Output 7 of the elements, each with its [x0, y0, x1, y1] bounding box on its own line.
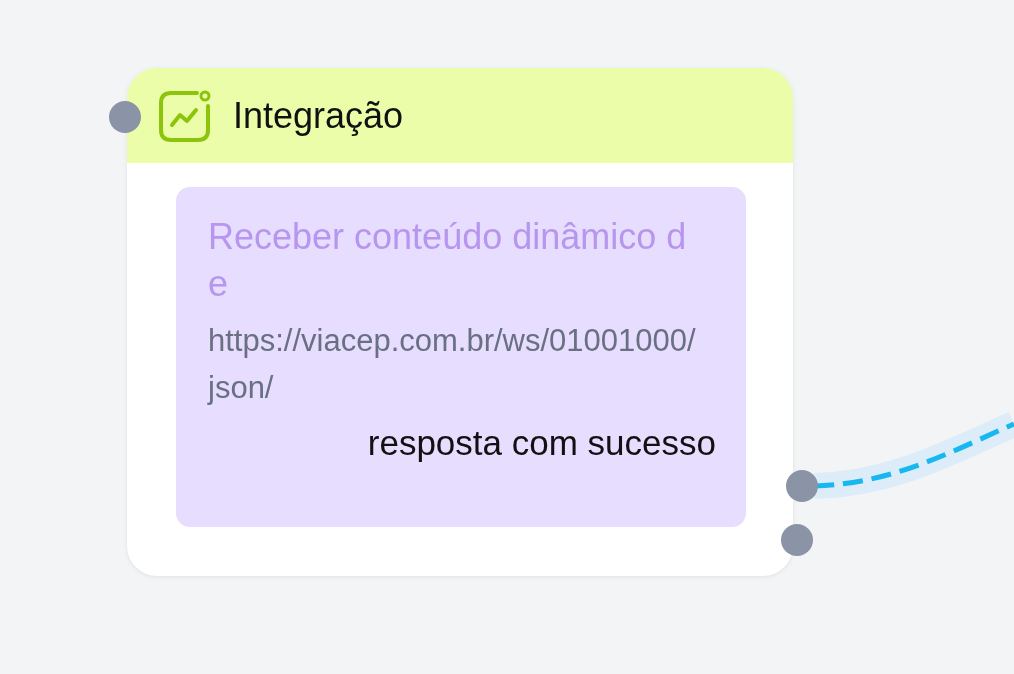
- node-card[interactable]: Integração Receber conteúdo dinâmico de https://viacep.com.br/ws/01001000/json/ resposta com sucesso: [127, 68, 793, 576]
- output-label: resposta com sucesso: [367, 423, 716, 462]
- action-text: Receber conteúdo dinâmico de: [208, 215, 688, 306]
- url-text: https://viacep.com.br/ws/01001000/json/: [208, 322, 697, 407]
- output-handle[interactable]: [781, 524, 813, 556]
- input-handle[interactable]: [109, 101, 141, 133]
- node-title: Integração: [233, 94, 404, 137]
